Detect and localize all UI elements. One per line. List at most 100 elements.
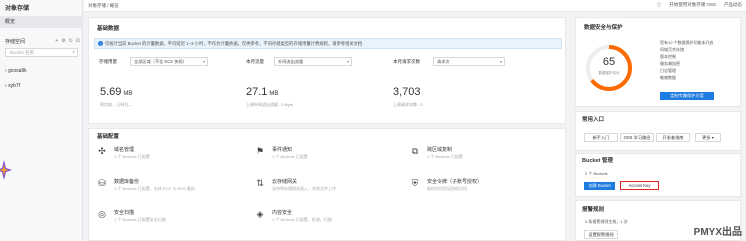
sidebar: 对象存储 概览 存储空间 + ⚙ ↻ ⊡ Bucket 名称 ⌕ › gcosa… — [0, 0, 83, 241]
score-donut — [586, 45, 632, 91]
backup-icon: ⛁ — [98, 178, 106, 188]
more-button[interactable]: 更多 ▾ — [695, 133, 721, 142]
topbar: 对象存储 / 概览 ⓘ 开始使用对象存储 OSS 产品动态 — [84, 0, 746, 12]
event-icon: ⚑ — [255, 146, 265, 156]
bucket-mgmt-title: Bucket 管理 — [582, 158, 613, 164]
sidebar-bucket-item[interactable]: › gcosa9k — [5, 68, 27, 74]
star-logo-icon — [0, 160, 12, 180]
sidebar-bucket-item[interactable]: › xyb7f — [5, 83, 20, 89]
alarm-text: 0 条报警规则生效，1 次 — [585, 219, 628, 224]
value-unit: MB — [123, 91, 133, 97]
basic-config-card — [88, 128, 566, 241]
refresh-icon[interactable]: ↻ — [69, 38, 73, 44]
search-icon[interactable]: ⌕ — [72, 49, 75, 56]
feature-desc: 1 个 Buckets 已配置安全扫描 — [114, 217, 166, 222]
select-value: 全部区域（不含 ECS 快照） — [134, 59, 187, 64]
getting-started-link[interactable]: 开始使用对象存储 OSS — [669, 2, 716, 8]
notice-text: 仅统计当前 Bucket 的计量数据，平均延迟 1~3 小时，不作为计量依据，仅… — [105, 41, 363, 46]
add-icon[interactable]: + — [55, 38, 58, 44]
security-title: 数据安全与保护 — [584, 25, 623, 31]
domain-icon: ✣ — [98, 146, 106, 156]
chevron-down-icon: ▾ — [711, 135, 714, 140]
value-number: 5.69 — [100, 86, 122, 98]
select-value: 请求次 — [437, 59, 450, 64]
set-alarm-button[interactable]: 设置报警规则 — [584, 230, 618, 239]
bucket-search-placeholder: Bucket 名称 — [10, 50, 35, 55]
feature-domain[interactable]: 域名管理 — [114, 146, 134, 153]
storage-value: 5.69 MB — [100, 86, 132, 98]
watermark-text: PMYX出品 — [693, 227, 742, 238]
bucket-name: gcosa9k — [8, 68, 27, 74]
feature-desc: 1 个 Buckets 已配置，支持 ECS 与 RDS 备份 — [114, 186, 195, 191]
feature-desc: 1 个 Buckets 已配置 — [427, 154, 463, 159]
replication-icon: ⧉ — [411, 146, 419, 156]
collapse-icon[interactable]: ⊡ — [76, 38, 80, 44]
security-item: 敏感数据 — [660, 75, 676, 80]
chevron-down-icon: ▾ — [346, 59, 349, 64]
requests-type-select[interactable]: 请求次 ▾ — [433, 57, 505, 66]
traffic-value: 27.1 MB — [246, 86, 278, 98]
bucket-list-header: 存储空间 + ⚙ ↻ ⊡ — [5, 37, 80, 45]
traffic-sub: 上周外网流出流量 - 0 Byte — [246, 102, 293, 107]
settings-icon[interactable]: ⚙ — [61, 38, 65, 44]
bucket-list-label: 存储空间 — [5, 38, 26, 45]
notice-banner: i 仅统计当前 Bucket 的计量数据，平均延迟 1~3 小时，不作为计量依据… — [94, 38, 562, 49]
help-icon[interactable]: ⓘ — [657, 2, 662, 8]
basic-data-card — [88, 17, 566, 124]
scan-icon: ◎ — [98, 209, 106, 219]
feature-desc: 1 个 Buckets 已配置 — [272, 154, 308, 159]
requests-value: 3,703 — [393, 86, 421, 98]
security-item: 您有10 个数据保护功能未开启 — [660, 40, 714, 45]
chevron-down-icon: ▾ — [202, 59, 205, 64]
bucket-name: xyb7f — [8, 83, 21, 89]
custom-protection-button[interactable]: 定制专属保护方案 — [660, 92, 714, 100]
security-item: 同城冗余存储 — [660, 47, 684, 52]
feature-desc: 支持将存储网关接入，本地文件上传 — [272, 186, 336, 191]
feature-event[interactable]: 事件通知 — [272, 146, 292, 153]
create-bucket-button[interactable]: 创建 Bucket — [584, 182, 615, 190]
access-key-button[interactable]: Access Key — [620, 181, 659, 190]
traffic-type-select[interactable]: 外网流出流量 ▾ — [274, 57, 352, 66]
feature-gateway[interactable]: 云存储网关 — [272, 178, 297, 185]
requests-sub: 上周请求次数 - 0 — [393, 102, 423, 107]
basic-data-title: 基础数据 — [97, 26, 120, 32]
feature-sts[interactable]: 安全令牌（子账号授权） — [427, 178, 482, 185]
feature-backup[interactable]: 数据库备份 — [114, 178, 139, 185]
product-news-link[interactable]: 产品动态 — [724, 2, 742, 8]
value-number: 27.1 — [246, 86, 268, 98]
bucket-search-input[interactable]: Bucket 名称 ⌕ — [5, 48, 78, 57]
gateway-icon: ⇅ — [256, 178, 264, 188]
value-unit: MB — [269, 91, 279, 97]
more-label: 更多 — [702, 135, 711, 140]
score-value: 65 — [602, 56, 616, 68]
common-entry-title: 常用入口 — [582, 117, 605, 123]
storage-sub: 同比较 -- 日环比 -- — [100, 102, 133, 107]
feature-desc: 1 个 Buckets 已配置，检测，扫描 — [272, 217, 332, 222]
feature-content[interactable]: 内容安全 — [272, 209, 292, 216]
feature-scan[interactable]: 安全扫描 — [114, 209, 134, 216]
dev-guide-button[interactable]: 开发者指南 — [656, 133, 690, 142]
security-item: 版本控制 — [660, 54, 676, 59]
breadcrumb: 对象存储 / 概览 — [88, 3, 119, 8]
content-icon: ◈ — [256, 209, 264, 219]
security-item: 服务端加密 — [660, 61, 680, 66]
feature-replication[interactable]: 跨区域复制 — [427, 146, 452, 153]
learning-path-button[interactable]: OSS 学习路径 — [620, 133, 654, 142]
getting-started-button[interactable]: 新手入门 — [584, 133, 618, 142]
storage-label: 存储用量 — [99, 59, 117, 64]
score-label: 数据保护评分 — [598, 71, 620, 75]
sidebar-title: 对象存储 — [5, 6, 30, 12]
bucket-count: 2 个 Buckets — [585, 171, 608, 176]
select-value: 外网流出流量 — [278, 59, 304, 64]
info-icon: i — [98, 41, 103, 46]
sidebar-item-overview[interactable]: 概览 — [0, 16, 83, 28]
chevron-down-icon: ▾ — [499, 59, 502, 64]
traffic-label: 本月流量 — [246, 59, 264, 64]
security-item: 日志管理 — [660, 68, 676, 73]
feature-desc: 1 个 Buckets 已配置 — [114, 154, 150, 159]
requests-label: 本月请求次数 — [393, 59, 420, 64]
storage-region-select[interactable]: 全部区域（不含 ECS 快照） ▾ — [130, 57, 208, 66]
shield-icon: ⛨ — [411, 178, 419, 188]
alarm-title: 报警规则 — [582, 207, 605, 213]
basic-config-title: 基础配置 — [97, 134, 120, 140]
